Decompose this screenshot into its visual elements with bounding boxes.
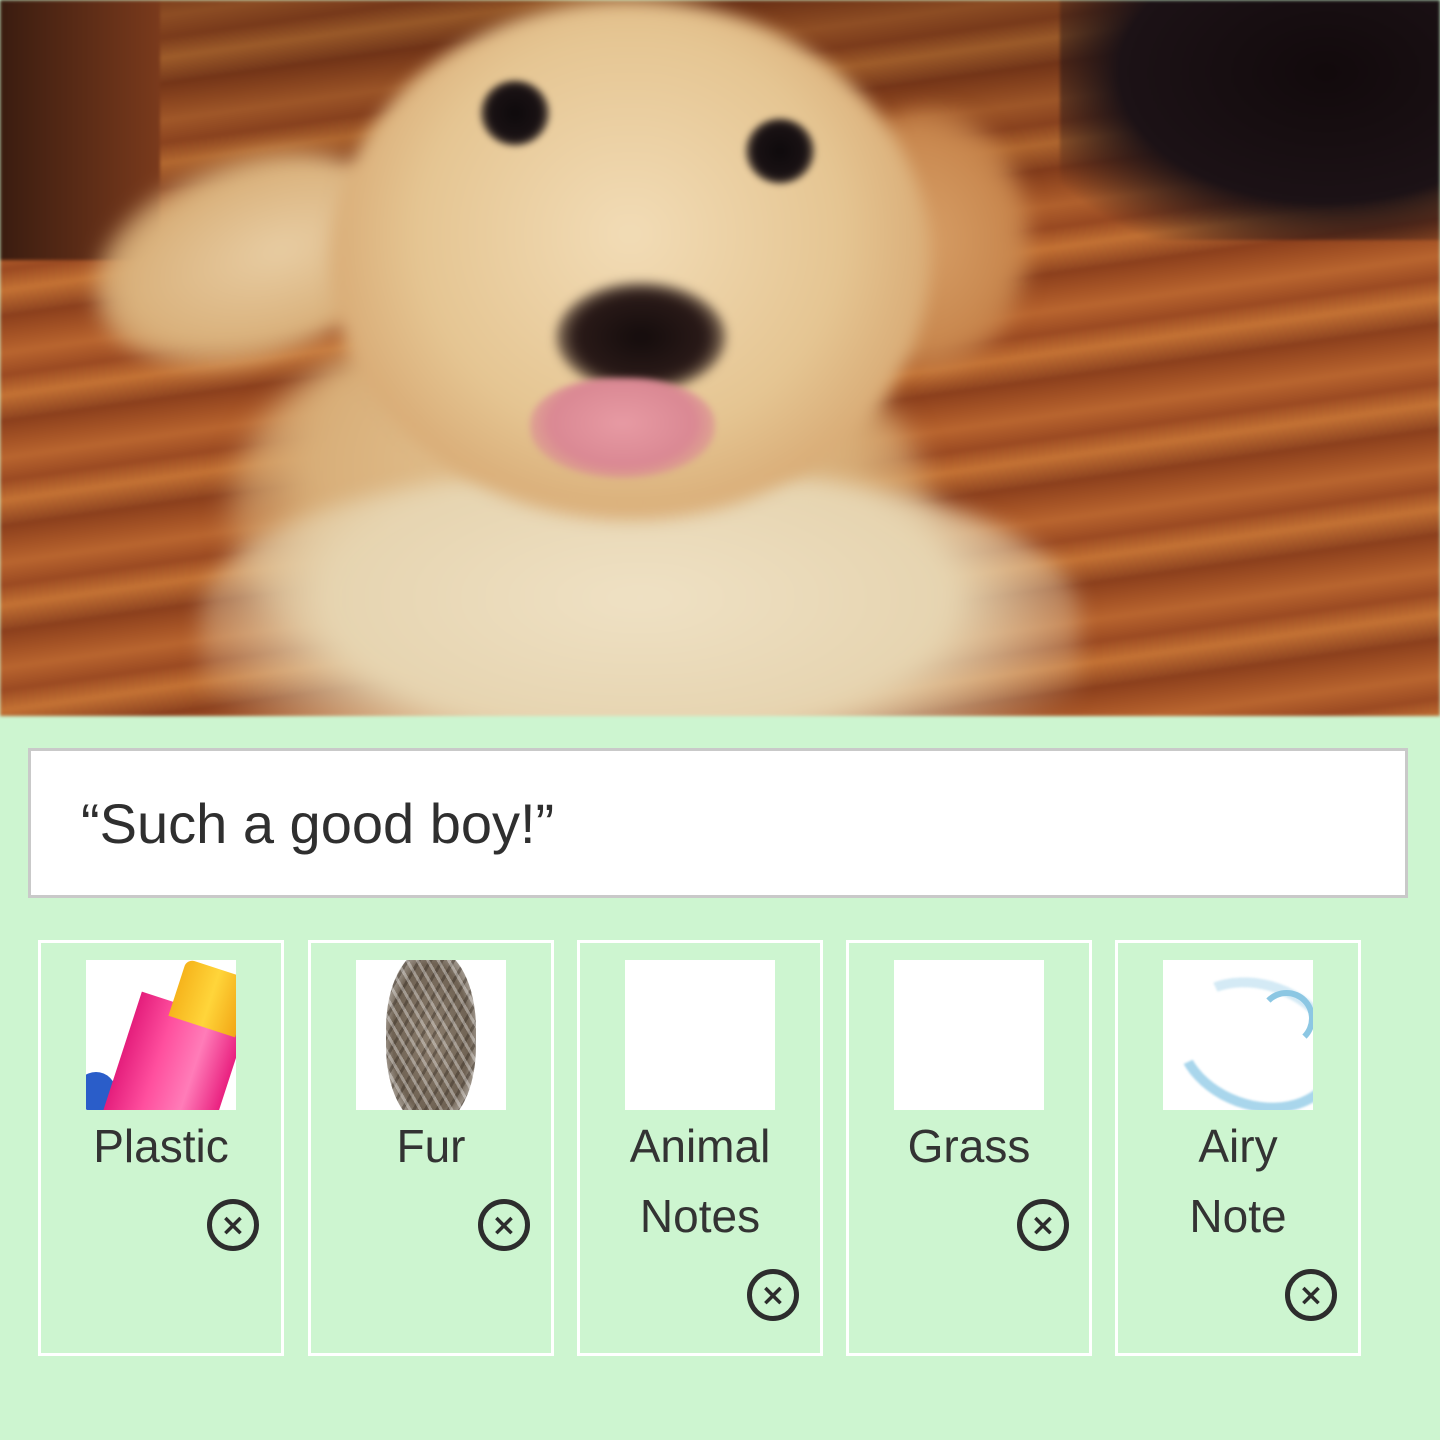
tag-label: Airy Note [1118, 1111, 1358, 1251]
remove-tag-icon[interactable]: ⨯ [747, 1269, 799, 1321]
puppy-photo [0, 0, 1440, 716]
tag-label: Plastic [41, 1111, 281, 1181]
remove-tag-icon[interactable]: ⨯ [1017, 1199, 1069, 1251]
tag-label-line: Notes [639, 1190, 761, 1242]
fur-tail-shape [386, 960, 476, 1110]
tag-label-text: Fur [396, 1120, 466, 1172]
grass-thumbnail [894, 960, 1044, 1110]
animal-print-thumbnail [625, 960, 775, 1110]
tag-label: Fur [311, 1111, 551, 1181]
photo-shadow [1060, 0, 1440, 240]
tag-label-line: Animal [629, 1120, 771, 1172]
screen: “Such a good boy!” Plastic ⨯ Fur ⨯ Anima… [0, 0, 1440, 1440]
fur-thumbnail [356, 960, 506, 1110]
caption-field[interactable]: “Such a good boy!” [28, 748, 1408, 898]
tag-label: Animal Notes [580, 1111, 820, 1251]
puppy-eye-right [745, 118, 815, 184]
puppy-tongue [530, 378, 715, 478]
puppy-nose [556, 282, 726, 392]
remove-tag-icon[interactable]: ⨯ [478, 1199, 530, 1251]
tag-label-text: Plastic [93, 1120, 229, 1172]
tag-card-animal-notes[interactable]: Animal Notes ⨯ [577, 940, 823, 1356]
remove-tag-icon[interactable]: ⨯ [207, 1199, 259, 1251]
air-swirl-curl [1258, 990, 1313, 1047]
tag-label-line: Airy [1198, 1120, 1278, 1172]
tag-card-airy-note[interactable]: Airy Note ⨯ [1115, 940, 1361, 1356]
tag-card-plastic[interactable]: Plastic ⨯ [38, 940, 284, 1356]
tag-label: Grass [849, 1111, 1089, 1181]
tag-label-text: Grass [907, 1120, 1031, 1172]
tag-card-fur[interactable]: Fur ⨯ [308, 940, 554, 1356]
caption-text: “Such a good boy!” [81, 791, 555, 855]
tag-label-line: Note [1189, 1190, 1287, 1242]
remove-tag-icon[interactable]: ⨯ [1285, 1269, 1337, 1321]
tag-card-grass[interactable]: Grass ⨯ [846, 940, 1092, 1356]
grass-top-fade [894, 960, 1044, 1000]
air-swirl-thumbnail [1163, 960, 1313, 1110]
puppy-eye-left [480, 80, 550, 146]
plastic-bottle-thumbnail [86, 960, 236, 1110]
